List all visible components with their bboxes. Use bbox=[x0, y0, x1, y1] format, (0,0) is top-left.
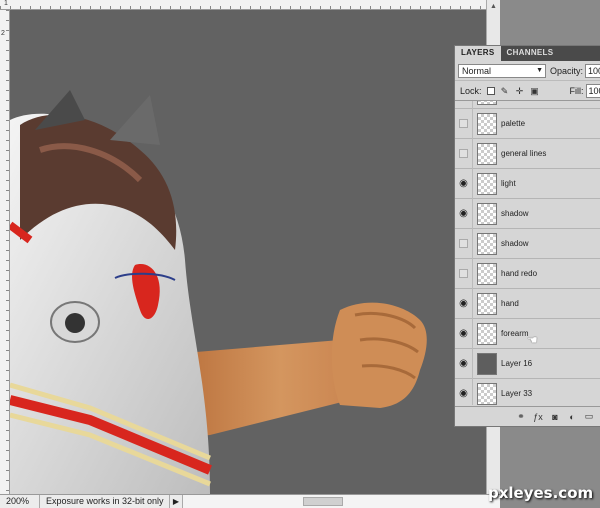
layer-name: hand redo bbox=[501, 269, 538, 278]
visibility-toggle[interactable] bbox=[455, 228, 473, 259]
layer-thumbnail bbox=[477, 292, 497, 315]
layer-list[interactable]: palette general lines ◉ light ◉ shadow shadow h… bbox=[455, 101, 600, 405]
layer-row[interactable]: ◉ hand bbox=[455, 288, 600, 319]
layer-name: Layer 33 bbox=[501, 389, 533, 398]
status-message: Exposure works in 32-bit only bbox=[40, 495, 170, 508]
layer-thumbnail bbox=[477, 262, 497, 285]
new-group-icon[interactable]: ▭ bbox=[583, 411, 595, 422]
add-mask-icon[interactable]: ◙ bbox=[549, 412, 561, 422]
ruler-number: 2 bbox=[1, 30, 5, 37]
chevron-down-icon: ▼ bbox=[536, 66, 543, 74]
layer-name: hand bbox=[501, 299, 519, 308]
layer-name: light bbox=[501, 179, 516, 188]
layer-thumbnail bbox=[477, 202, 497, 225]
layer-row[interactable]: general lines bbox=[455, 138, 600, 169]
fill-input[interactable]: 100% bbox=[585, 83, 600, 98]
photoshop-window: 1 2 ▲ 200% Exposure works in 32-bit only… bbox=[0, 0, 600, 508]
horse-pupil-shape bbox=[65, 313, 85, 333]
visibility-toggle[interactable]: ◉ bbox=[455, 168, 473, 199]
layer-name: general lines bbox=[501, 149, 547, 158]
lock-transparent-pixels-icon[interactable] bbox=[486, 86, 495, 95]
opacity-label: Opacity: bbox=[550, 65, 584, 76]
visibility-toggle[interactable] bbox=[455, 108, 473, 139]
layer-thumbnail bbox=[477, 142, 497, 165]
layer-thumbnail bbox=[477, 322, 497, 345]
layer-row[interactable]: ◉ Layer 16 bbox=[455, 348, 600, 379]
horizontal-scroll-thumb[interactable] bbox=[303, 497, 343, 506]
eye-icon: ◉ bbox=[459, 388, 468, 399]
tab-layers[interactable]: LAYERS bbox=[455, 46, 501, 61]
visibility-toggle[interactable] bbox=[455, 138, 473, 169]
visibility-toggle[interactable]: ◉ bbox=[455, 318, 473, 349]
hand-shape bbox=[331, 302, 427, 408]
lock-image-pixels-icon[interactable]: ✎ bbox=[500, 86, 510, 96]
layer-row[interactable]: ◉ light bbox=[455, 168, 600, 199]
layer-row-partial[interactable] bbox=[455, 101, 600, 109]
eye-icon: ◉ bbox=[459, 208, 468, 219]
layer-thumbnail bbox=[477, 232, 497, 255]
ruler-number: 1 bbox=[4, 0, 8, 7]
fx-icon[interactable]: ƒx bbox=[532, 412, 544, 422]
visibility-toggle[interactable]: ◉ bbox=[455, 378, 473, 405]
visibility-toggle[interactable] bbox=[455, 101, 473, 109]
layer-thumbnail bbox=[477, 101, 497, 105]
layer-row[interactable]: palette bbox=[455, 108, 600, 139]
eye-icon: ◉ bbox=[459, 178, 468, 189]
layer-name: forearm bbox=[501, 329, 529, 338]
visibility-toggle[interactable] bbox=[455, 258, 473, 289]
eye-icon: ◉ bbox=[459, 358, 468, 369]
scroll-up-icon[interactable]: ▲ bbox=[489, 2, 498, 11]
lock-fill-row: Lock: ✎ ✛ ▣ Fill: 100% bbox=[455, 81, 600, 101]
lock-all-icon[interactable]: ▣ bbox=[530, 86, 540, 96]
hidden-box-icon bbox=[459, 119, 468, 128]
fill-label: Fill: bbox=[569, 85, 584, 96]
eye-icon: ◉ bbox=[459, 298, 468, 309]
blend-opacity-row: Normal ▼ Opacity: 100% bbox=[455, 61, 600, 81]
link-layers-icon[interactable]: ⚭ bbox=[515, 411, 527, 422]
blend-mode-value: Normal bbox=[462, 65, 492, 76]
lock-label: Lock: bbox=[460, 85, 482, 96]
visibility-toggle[interactable]: ◉ bbox=[455, 348, 473, 379]
layer-row[interactable]: shadow bbox=[455, 228, 600, 259]
layer-row[interactable]: hand redo bbox=[455, 258, 600, 289]
panel-footer: ⚭ ƒx ◙ ◐ ▭ bbox=[455, 406, 600, 426]
watermark: pxleyes.com bbox=[488, 484, 594, 502]
status-menu-arrow-icon[interactable]: ▶ bbox=[170, 497, 182, 506]
hidden-box-icon bbox=[459, 269, 468, 278]
layer-thumbnail bbox=[477, 112, 497, 135]
zoom-level[interactable]: 200% bbox=[0, 495, 40, 508]
visibility-toggle[interactable]: ◉ bbox=[455, 198, 473, 229]
layer-row[interactable]: ◉ Layer 33 bbox=[455, 378, 600, 405]
hidden-box-icon bbox=[459, 149, 468, 158]
hand-cursor-icon: ☚ bbox=[527, 333, 538, 347]
layer-thumbnail bbox=[477, 382, 497, 405]
layer-thumbnail bbox=[477, 172, 497, 195]
layer-name: Layer 16 bbox=[501, 359, 533, 368]
layer-row[interactable]: ◉ shadow bbox=[455, 198, 600, 229]
horizontal-scrollbar[interactable] bbox=[182, 495, 500, 508]
visibility-toggle[interactable]: ◉ bbox=[455, 288, 473, 319]
adjustment-layer-icon[interactable]: ◐ bbox=[566, 412, 578, 422]
eye-icon: ◉ bbox=[459, 328, 468, 339]
horizontal-ruler[interactable]: 1 bbox=[0, 0, 496, 10]
document-canvas[interactable] bbox=[10, 10, 486, 494]
hidden-box-icon bbox=[459, 239, 468, 248]
layer-name: shadow bbox=[501, 209, 529, 218]
layer-name: shadow bbox=[501, 239, 529, 248]
horse-ear-shape bbox=[110, 95, 160, 145]
status-bar: 200% Exposure works in 32-bit only ▶ bbox=[0, 494, 500, 508]
opacity-input[interactable]: 100% bbox=[585, 63, 600, 78]
layer-name: palette bbox=[501, 119, 526, 128]
carousel-horse-artwork bbox=[10, 90, 427, 494]
tab-channels[interactable]: CHANNELS bbox=[501, 46, 560, 61]
blend-mode-select[interactable]: Normal ▼ bbox=[458, 63, 546, 78]
layers-panel: LAYERS CHANNELS Normal ▼ Opacity: 100% L… bbox=[454, 45, 600, 427]
lock-position-icon[interactable]: ✛ bbox=[515, 86, 525, 96]
layer-thumbnail bbox=[477, 352, 497, 375]
panel-tabs: LAYERS CHANNELS bbox=[455, 46, 600, 61]
vertical-ruler[interactable]: 2 bbox=[0, 10, 10, 494]
